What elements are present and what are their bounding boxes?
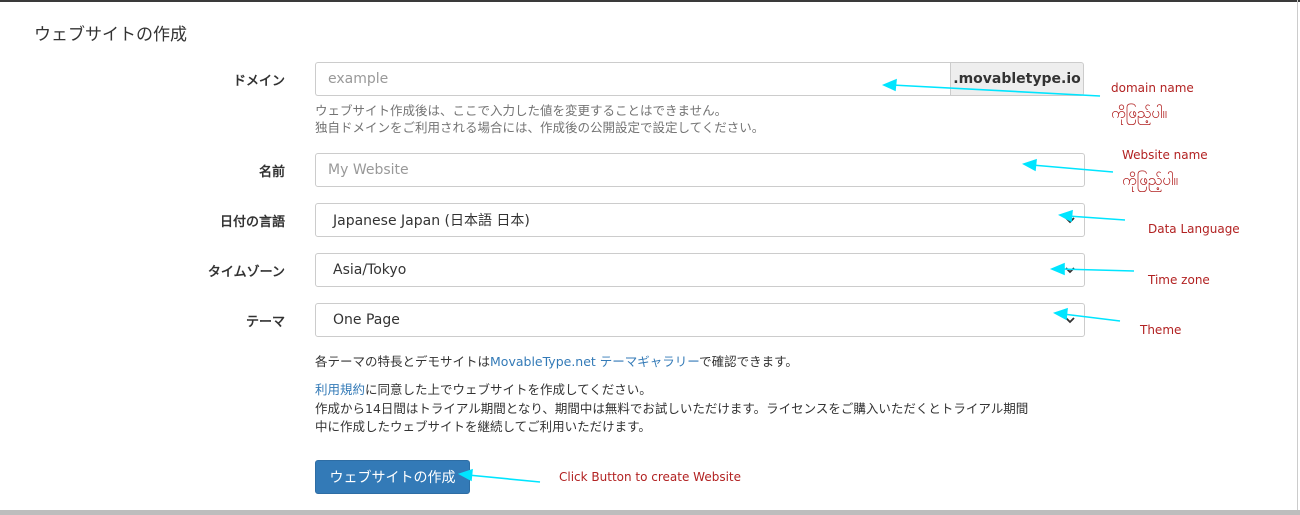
language-select[interactable]: Japanese Japan (日本語 日本) <box>315 203 1085 237</box>
theme-label: テーマ <box>245 315 285 330</box>
terms-line2: 作成から14日間はトライアル期間となり、期間中は無料でお試しいただけます。ライセ… <box>315 401 1029 416</box>
terms-link[interactable]: 利用規約 <box>315 382 365 397</box>
domain-placeholder: example <box>328 71 389 87</box>
movabletype-link[interactable]: MovableType.net <box>490 354 596 369</box>
theme-note: 各テーマの特長とデモサイトはMovableType.net テーマギャラリーで確… <box>315 353 798 370</box>
arrow-button <box>467 474 541 483</box>
annotation-website-name-mm: ကိုဖြည့်ပါ။ <box>1122 171 1178 189</box>
domain-suffix: .movabletype.io <box>950 62 1084 96</box>
annotation-time-zone: Time zone <box>1148 273 1210 287</box>
terms-line1-rest: に同意した上でウェブサイトを作成してください。 <box>365 382 652 397</box>
annotation-domain-name: domain name <box>1111 81 1194 95</box>
language-label: 日付の言語 <box>219 215 285 230</box>
page-title: ウェブサイトの作成 <box>34 25 187 45</box>
chevron-down-icon <box>1065 317 1075 324</box>
right-border <box>1297 0 1298 515</box>
chevron-down-icon <box>1065 217 1075 224</box>
terms-line3: 中に作成したウェブサイトを継続してご利用いただけます。 <box>315 419 651 434</box>
timezone-select[interactable]: Asia/Tokyo <box>315 253 1085 287</box>
timezone-label: タイムゾーン <box>207 265 285 280</box>
language-value: Japanese Japan (日本語 日本) <box>333 213 530 229</box>
annotation-domain-name-mm: ကိုဖြည့်ပါ။ <box>1111 104 1167 122</box>
website-name-placeholder: My Website <box>328 162 409 178</box>
domain-input[interactable]: example <box>315 62 950 96</box>
annotation-data-language: Data Language <box>1148 222 1240 236</box>
theme-note-suffix: で確認できます。 <box>699 354 798 369</box>
annotation-theme: Theme <box>1140 323 1182 337</box>
theme-select[interactable]: One Page <box>315 303 1085 337</box>
chevron-down-icon <box>1065 267 1075 274</box>
domain-label: ドメイン <box>232 74 285 89</box>
theme-gallery-link[interactable]: テーマギャラリー <box>600 354 699 369</box>
domain-help-line2: 独自ドメインをご利用される場合には、作成後の公開設定で設定してください。 <box>315 120 765 135</box>
name-label: 名前 <box>258 165 285 180</box>
top-border <box>0 0 1300 2</box>
website-name-input[interactable]: My Website <box>315 153 1085 187</box>
annotation-website-name: Website name <box>1122 148 1208 162</box>
create-website-button[interactable]: ウェブサイトの作成 <box>315 460 470 494</box>
domain-help-line1: ウェブサイト作成後は、ここで入力した値を変更することはできません。 <box>315 103 728 118</box>
timezone-value: Asia/Tokyo <box>333 262 407 278</box>
terms-line1: 利用規約に同意した上でウェブサイトを作成してください。 <box>315 381 652 398</box>
bottom-bar <box>0 510 1300 515</box>
annotation-click-button: Click Button to create Website <box>559 470 742 484</box>
theme-note-prefix: 各テーマの特長とデモサイトは <box>315 354 491 369</box>
theme-value: One Page <box>333 312 400 328</box>
